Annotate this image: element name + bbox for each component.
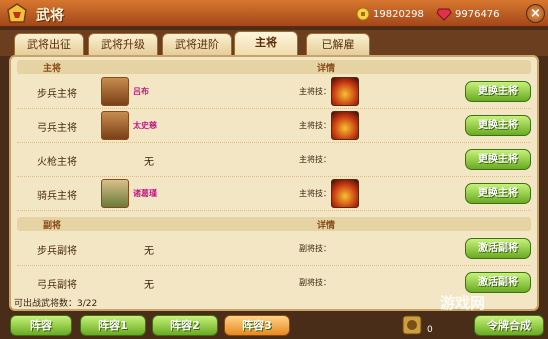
general-none: 无 bbox=[144, 157, 154, 168]
general-none: 无 bbox=[144, 246, 154, 257]
general-portrait[interactable] bbox=[101, 111, 129, 140]
helmet-logo-icon bbox=[7, 3, 27, 23]
tab-dismissed[interactable]: 已解雇 bbox=[306, 33, 370, 56]
coin-icon bbox=[356, 7, 370, 21]
row-label: 弓兵主将 bbox=[37, 123, 77, 134]
lineup-2-button[interactable]: 阵容2 bbox=[152, 315, 218, 336]
main-detail-label: 详情 bbox=[317, 64, 336, 74]
token-icon bbox=[402, 315, 422, 335]
general-none: 无 bbox=[144, 280, 154, 291]
main-section-header: 主将 详情 bbox=[17, 60, 531, 74]
skill-label: 主将技： bbox=[299, 189, 331, 198]
row-label: 步兵主将 bbox=[37, 89, 77, 100]
lineup-1-button[interactable]: 阵容1 bbox=[80, 315, 146, 336]
main-row-cavalry: 骑兵主将 诸葛瑾 主将技： 更换主将 bbox=[17, 177, 531, 211]
general-name: 太史慈 bbox=[133, 121, 157, 130]
close-button[interactable]: × bbox=[526, 4, 545, 23]
lineup-button[interactable]: 阵容 bbox=[10, 315, 72, 336]
main-col-label: 主将 bbox=[43, 64, 62, 74]
title-bar: 武将 19820298 9976476 × bbox=[0, 0, 548, 28]
close-icon: × bbox=[530, 6, 541, 21]
token-count: 0 bbox=[427, 325, 433, 335]
gold-value: 19820298 bbox=[373, 8, 424, 20]
change-main-button[interactable]: 更换主将 bbox=[465, 81, 531, 102]
gem-resource: 9976476 bbox=[436, 5, 500, 23]
skill-label: 副将技： bbox=[299, 244, 331, 253]
skill-label: 主将技： bbox=[299, 87, 331, 96]
tab-main-general[interactable]: 主将 bbox=[234, 31, 298, 56]
main-row-archer: 弓兵主将 太史慈 主将技： 更换主将 bbox=[17, 109, 531, 143]
general-name: 诸葛瑾 bbox=[133, 189, 157, 198]
gem-icon bbox=[436, 8, 452, 21]
generals-panel: 主将 详情 步兵主将 吕布 主将技： 更换主将 弓兵主将 太史慈 主将技： 更换… bbox=[9, 55, 539, 311]
change-main-button[interactable]: 更换主将 bbox=[465, 183, 531, 204]
gold-resource: 19820298 bbox=[356, 5, 424, 23]
bottom-bar: 阵容 阵容1 阵容2 阵容3 令牌合成 bbox=[0, 312, 548, 339]
skill-fire-icon[interactable] bbox=[331, 111, 359, 140]
general-portrait[interactable] bbox=[101, 179, 129, 208]
tab-upgrade[interactable]: 武将升级 bbox=[88, 33, 158, 56]
general-name: 吕布 bbox=[133, 87, 149, 96]
tab-advance[interactable]: 武将进阶 bbox=[162, 33, 232, 56]
main-row-musket: 火枪主将 无 主将技： 更换主将 bbox=[17, 143, 531, 177]
activate-sub-button[interactable]: 激活副将 bbox=[465, 238, 531, 259]
gem-value: 9976476 bbox=[455, 8, 500, 20]
skill-label: 主将技： bbox=[299, 121, 331, 130]
skill-fire-icon[interactable] bbox=[331, 179, 359, 208]
row-label: 骑兵主将 bbox=[37, 191, 77, 202]
sub-detail-label: 详情 bbox=[317, 221, 336, 231]
lineup-3-button[interactable]: 阵容3 bbox=[224, 315, 290, 336]
window-title: 武将 bbox=[36, 8, 64, 24]
activate-sub-button[interactable]: 激活副将 bbox=[465, 272, 531, 293]
sub-col-label: 副将 bbox=[43, 221, 62, 231]
skill-label: 主将技： bbox=[299, 155, 331, 164]
token-synth-button[interactable]: 令牌合成 bbox=[474, 315, 544, 336]
skill-fire-icon[interactable] bbox=[331, 77, 359, 106]
general-count: 可出战武将数：3/22 bbox=[14, 299, 98, 309]
change-main-button[interactable]: 更换主将 bbox=[465, 115, 531, 136]
row-label: 弓兵副将 bbox=[37, 280, 77, 291]
tab-bar: 武将出征 武将升级 武将进阶 主将 已解雇 bbox=[0, 30, 548, 56]
sub-section-header: 副将 详情 bbox=[17, 217, 531, 231]
change-main-button[interactable]: 更换主将 bbox=[465, 149, 531, 170]
tab-expedition[interactable]: 武将出征 bbox=[14, 33, 84, 56]
sub-row-infantry: 步兵副将 无 副将技： 激活副将 bbox=[17, 232, 531, 266]
main-row-infantry: 步兵主将 吕布 主将技： 更换主将 bbox=[17, 75, 531, 109]
skill-label: 副将技： bbox=[299, 278, 331, 287]
row-label: 火枪主将 bbox=[37, 157, 77, 168]
general-portrait[interactable] bbox=[101, 77, 129, 106]
row-label: 步兵副将 bbox=[37, 246, 77, 257]
